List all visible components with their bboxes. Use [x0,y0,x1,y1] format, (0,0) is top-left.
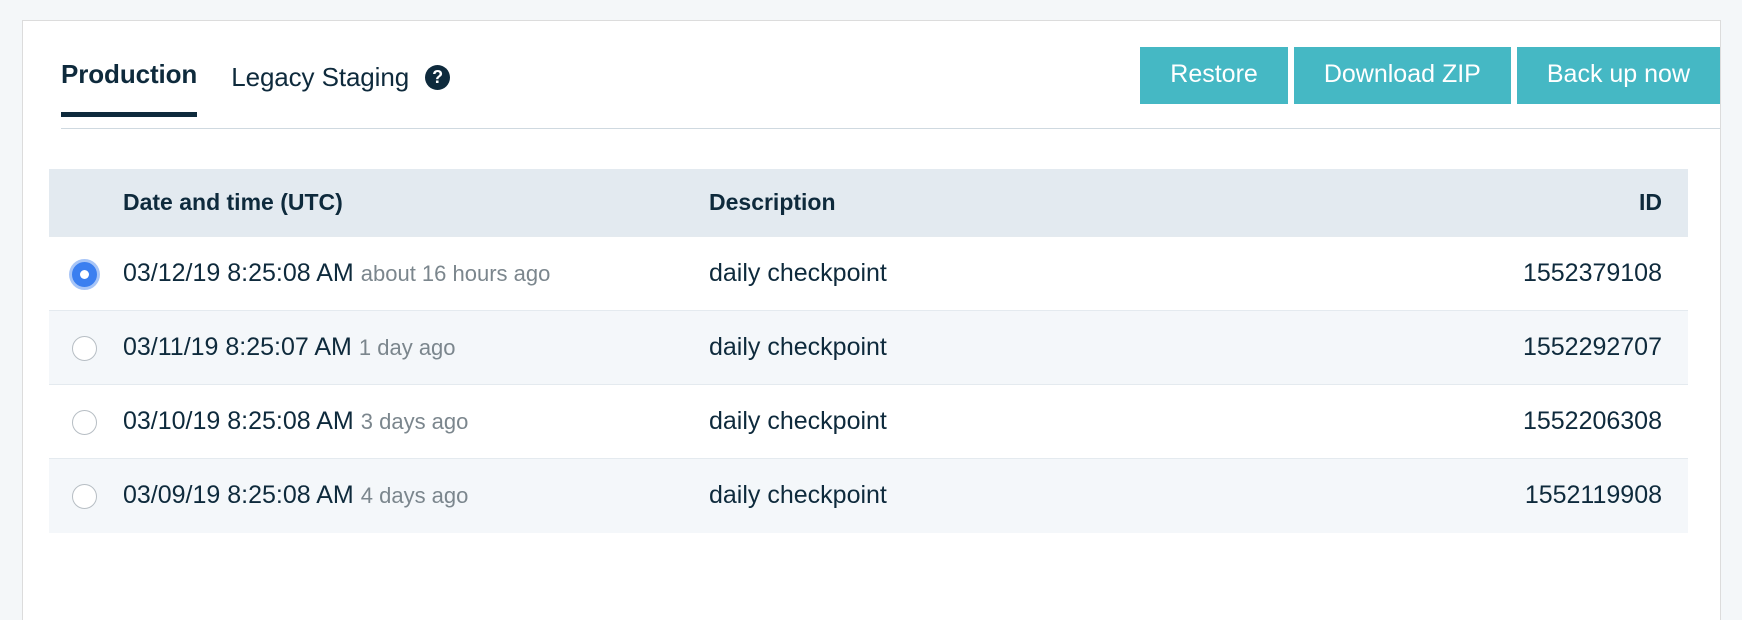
backup-relative-time: 3 days ago [360,409,469,434]
tab-divider [61,128,1720,129]
download-zip-button[interactable]: Download ZIP [1293,47,1511,104]
column-header-select [49,169,119,237]
help-icon[interactable]: ? [425,64,451,90]
row-datetime-cell: 03/09/19 8:25:08 AM 4 days ago [119,459,709,533]
backup-relative-time: 4 days ago [360,483,469,509]
restore-button[interactable]: Restore [1140,47,1288,104]
backup-datetime: 03/09/19 8:25:08 AM [123,481,354,510]
backup-datetime: 03/10/19 8:25:08 AM [123,407,354,435]
column-header-datetime: Date and time (UTC) [119,169,709,237]
table-body: 03/12/19 8:25:08 AM about 16 hours ago da… [49,236,1688,533]
row-datetime-cell: 03/11/19 8:25:07 AM 1 day ago [119,311,709,385]
table-row[interactable]: 03/09/19 8:25:08 AM 4 days ago daily chec… [49,458,1688,533]
table-row[interactable]: 03/12/19 8:25:08 AM about 16 hours ago da… [49,236,1688,311]
backup-radio[interactable] [71,484,97,510]
tab-production-label: Production [61,59,198,89]
row-description-cell: daily checkpoint [709,481,887,510]
row-select-cell[interactable] [49,459,119,533]
table-head: Date and time (UTC) Description ID [49,169,1688,237]
row-id-cell: 1552379108 [1522,259,1662,287]
tab-legacy-staging-label: Legacy Staging [231,61,410,92]
row-description-cell: daily checkpoint [709,259,887,287]
row-select-cell[interactable] [49,385,119,459]
backups-card: Production Legacy Staging ? Restore Down… [22,20,1721,620]
help-icon-glyph: ? [432,67,444,87]
row-datetime-cell: 03/12/19 8:25:08 AM about 16 hours ago [119,237,709,311]
backup-datetime: 03/12/19 8:25:08 AM [123,259,354,287]
row-select-cell[interactable] [49,311,119,385]
tab-production[interactable]: Production [61,59,197,117]
backups-table-container: Date and time (UTC) Description ID 03/12… [23,169,1720,533]
backup-radio[interactable] [71,335,97,361]
row-description-cell: daily checkpoint [709,333,887,361]
table-row[interactable]: 03/10/19 8:25:08 AM 3 days ago daily chec… [49,384,1688,459]
backup-relative-time: 1 day ago [358,335,456,360]
backup-radio[interactable] [71,261,97,287]
row-id-cell: 1552206308 [1522,407,1662,435]
column-header-id: ID [1339,169,1688,237]
card-header: Production Legacy Staging ? Restore Down… [23,21,1720,131]
backup-datetime: 03/11/19 8:25:07 AM [123,333,352,361]
backup-relative-time: about 16 hours ago [360,261,551,286]
table-row[interactable]: 03/11/19 8:25:07 AM 1 day ago daily check… [49,310,1688,385]
backups-table: Date and time (UTC) Description ID 03/12… [49,169,1688,533]
tab-bar: Production Legacy Staging ? [61,59,451,117]
row-id-cell: 1552119908 [1524,481,1662,510]
back-up-now-button[interactable]: Back up now [1516,47,1720,104]
action-button-group: Restore Download ZIP Back up now [1140,47,1720,104]
backup-radio[interactable] [71,409,97,435]
row-datetime-cell: 03/10/19 8:25:08 AM 3 days ago [119,385,709,459]
row-id-cell: 1552292707 [1522,333,1662,361]
column-header-description: Description [709,169,1339,237]
row-description-cell: daily checkpoint [709,407,887,435]
table-header-row: Date and time (UTC) Description ID [49,169,1688,237]
row-select-cell[interactable] [49,237,119,311]
tab-legacy-staging[interactable]: Legacy Staging [231,62,409,115]
